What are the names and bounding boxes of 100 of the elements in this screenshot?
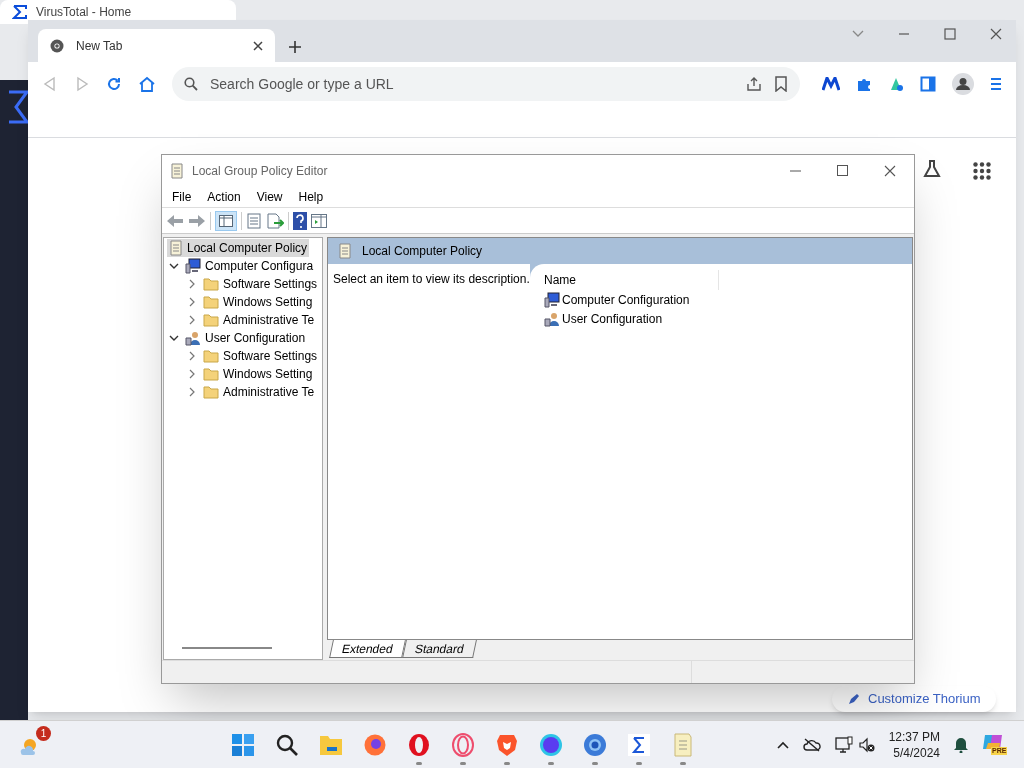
lion-shield-icon[interactable] — [495, 732, 519, 757]
extension-icon[interactable] — [888, 76, 904, 92]
flask-icon[interactable] — [923, 160, 941, 178]
browser-tab[interactable]: New Tab — [38, 29, 275, 62]
policy-icon — [169, 240, 183, 256]
folder-icon — [203, 349, 219, 363]
description-text: Select an item to view its description. — [333, 271, 530, 288]
menu-item[interactable]: Action — [201, 187, 247, 206]
tree-item[interactable]: Software Settings — [201, 347, 320, 365]
apps-grid-icon[interactable] — [973, 162, 991, 180]
notification-badge: 1 — [36, 725, 51, 741]
search-icon — [184, 77, 198, 91]
running-indicator — [416, 761, 422, 765]
volume-muted-icon[interactable] — [858, 736, 875, 753]
copilot-icon[interactable] — [982, 732, 1004, 751]
customize-button[interactable]: Customize Thorium — [832, 686, 997, 712]
new-tab-icon[interactable] — [289, 41, 301, 53]
network-icon[interactable] — [834, 735, 853, 754]
chevron-right-icon[interactable] — [187, 297, 197, 307]
policy-icon — [338, 243, 352, 259]
bookmark-icon[interactable] — [774, 76, 788, 92]
clock[interactable]: 12:37 PM 5/4/2024 — [888, 728, 940, 761]
folder-icon — [203, 313, 219, 327]
menu-item[interactable]: Help — [292, 187, 330, 206]
running-indicator — [636, 761, 642, 765]
sigma-icon — [12, 4, 28, 20]
puzzle-icon[interactable] — [856, 76, 872, 92]
user-icon — [185, 330, 201, 346]
chevron-up-icon[interactable] — [776, 740, 789, 749]
user-icon — [544, 310, 560, 327]
chevron-right-icon[interactable] — [187, 315, 197, 325]
profile-icon[interactable] — [952, 73, 974, 95]
sigma-icon[interactable] — [627, 732, 651, 757]
folder-icon — [203, 277, 219, 291]
sigma-icon — [8, 90, 28, 124]
menu-item[interactable]: File — [166, 187, 198, 206]
back-icon[interactable] — [166, 213, 184, 228]
view-tab[interactable]: Extended — [329, 640, 406, 658]
header-title: Local Computer Policy — [362, 243, 483, 260]
folder-icon — [203, 385, 219, 399]
list-item[interactable]: Computer Configuration — [544, 290, 690, 309]
tree-item[interactable]: Administrative Te — [201, 311, 317, 329]
running-indicator — [680, 761, 686, 765]
tree-item[interactable]: Windows Setting — [201, 365, 315, 383]
chevron-right-icon[interactable] — [187, 369, 197, 379]
export-icon[interactable] — [266, 212, 284, 229]
home-icon[interactable] — [138, 76, 156, 92]
search-icon[interactable] — [275, 732, 299, 757]
menu-icon[interactable] — [990, 77, 1002, 91]
orb-icon[interactable] — [539, 732, 563, 757]
tree-item[interactable]: Local Computer Policy — [167, 239, 310, 257]
swirl-globe-icon[interactable] — [583, 732, 607, 757]
tree-item[interactable]: Administrative Te — [201, 383, 317, 401]
close-icon[interactable] — [884, 164, 896, 177]
chevron-down-icon[interactable] — [169, 261, 179, 271]
folder-icon — [203, 367, 219, 381]
chevron-right-icon[interactable] — [187, 279, 197, 289]
close-icon[interactable] — [990, 28, 1002, 40]
running-indicator — [592, 761, 598, 765]
tree-item[interactable]: User Configuration — [183, 329, 308, 347]
running-indicator — [460, 761, 466, 765]
tab-title: New Tab — [76, 37, 124, 55]
column-header[interactable]: Name — [544, 270, 719, 290]
m-logo-icon[interactable] — [822, 77, 840, 91]
tree-item[interactable]: Windows Setting — [201, 293, 315, 311]
running-indicator — [548, 761, 554, 765]
share-icon[interactable] — [746, 76, 762, 92]
list-item[interactable]: User Configuration — [544, 309, 663, 328]
chevron-right-icon[interactable] — [187, 387, 197, 397]
computer-icon — [185, 258, 201, 274]
pane-icon — [219, 214, 233, 227]
cloud-off-icon[interactable] — [802, 737, 821, 752]
action-pane-icon[interactable] — [311, 213, 327, 228]
address-bar[interactable]: Search Google or type a URL — [172, 67, 800, 101]
policy-icon — [170, 162, 184, 179]
start-icon[interactable] — [231, 732, 255, 757]
running-indicator — [504, 761, 510, 765]
scrollbar-thumb[interactable] — [182, 647, 272, 649]
tree-item[interactable]: Computer Configura — [183, 257, 316, 275]
window-title: Local Group Policy Editor — [192, 162, 329, 180]
close-icon[interactable] — [253, 40, 263, 51]
computer-icon — [544, 291, 560, 308]
chevron-down-icon[interactable] — [169, 333, 179, 343]
pencil-icon — [848, 693, 860, 705]
tab-title: VirusTotal - Home — [36, 4, 132, 21]
tree-item[interactable]: Software Settings — [201, 275, 320, 293]
ring-o-icon[interactable] — [451, 732, 475, 757]
reload-icon[interactable] — [106, 76, 122, 92]
bell-icon[interactable] — [954, 736, 968, 753]
menu-item[interactable]: View — [250, 187, 289, 206]
ring-o-icon[interactable] — [407, 732, 431, 757]
maximize-icon[interactable] — [944, 28, 956, 40]
tree-toggle-button[interactable] — [215, 210, 237, 231]
folder-icon — [203, 295, 219, 309]
view-tab[interactable]: Standard — [401, 640, 477, 658]
maximize-icon[interactable] — [837, 165, 848, 176]
sidebar-icon[interactable] — [920, 76, 936, 92]
forward-icon[interactable] — [188, 213, 206, 228]
chevron-right-icon[interactable] — [187, 351, 197, 361]
help-icon[interactable] — [293, 211, 307, 230]
